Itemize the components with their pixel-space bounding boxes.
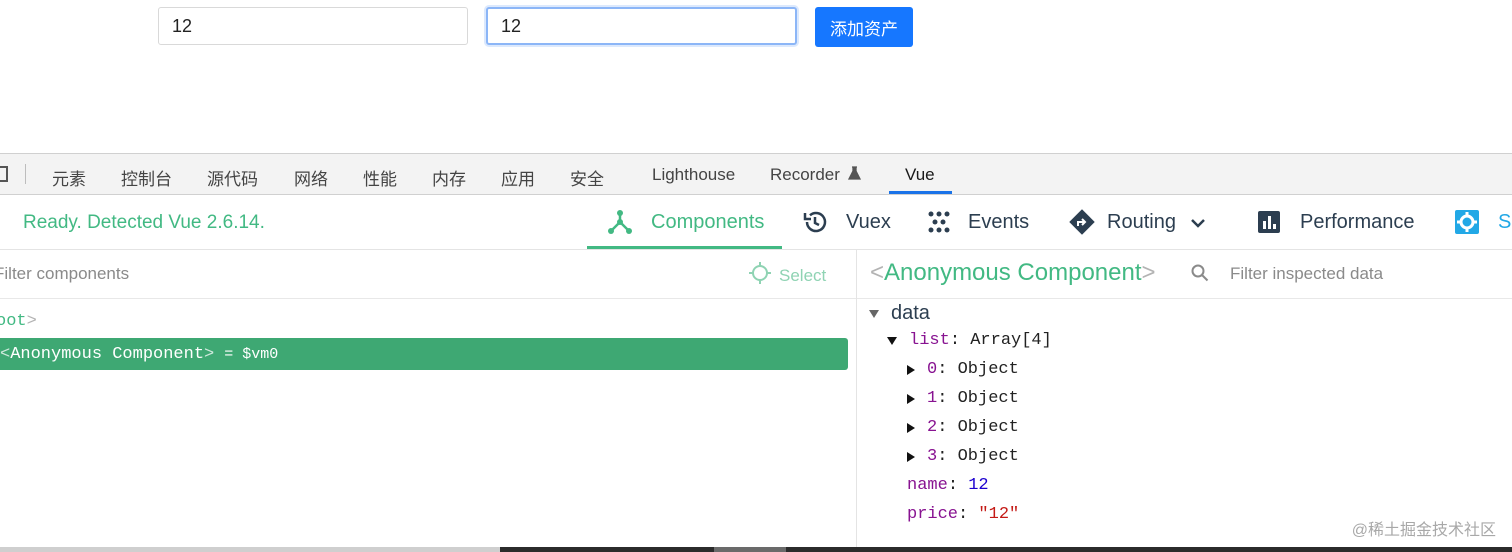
tree-node-root-label: oot	[0, 312, 27, 331]
tab-elements[interactable]: 元素	[52, 165, 86, 190]
vm-reference: = $vm0	[224, 345, 279, 363]
divider	[0, 298, 856, 299]
search-icon	[1191, 264, 1209, 287]
prop-key: price	[907, 505, 959, 524]
chevron-down-icon[interactable]	[1190, 211, 1206, 234]
flask-icon	[847, 166, 861, 183]
components-pane: Filter components Select oot> < Anonymous…	[0, 250, 856, 548]
prop-list-item[interactable]: 2: Object	[907, 418, 1019, 437]
asset-price-input[interactable]	[486, 7, 797, 45]
prop-key: 0	[927, 360, 938, 379]
prop-key: 2	[927, 418, 938, 437]
tree-node-name: Anonymous Component	[10, 344, 205, 364]
tab-application[interactable]: 应用	[501, 165, 535, 190]
tab-performance[interactable]: 性能	[363, 165, 397, 190]
divider	[857, 298, 1512, 299]
expand-arrow-icon	[907, 422, 915, 433]
prop-value: Object	[957, 447, 1019, 466]
expand-arrow-icon	[907, 451, 915, 462]
prop-list-item[interactable]: 0: Object	[907, 360, 1019, 379]
vue-tab-performance[interactable]: Performance	[1256, 195, 1415, 249]
tab-network[interactable]: 网络	[294, 165, 328, 190]
collapse-arrow-icon	[869, 309, 879, 318]
vue-status: Ready. Detected Vue 2.6.14.	[23, 212, 265, 233]
prop-key: 3	[927, 447, 938, 466]
inspected-component-title: <Anonymous Component>	[870, 259, 1156, 286]
data-section-header[interactable]: data	[869, 302, 930, 325]
history-icon	[802, 209, 828, 235]
vue-tab-components[interactable]: Components	[607, 195, 764, 249]
prop-price[interactable]: price: "12"	[907, 505, 1019, 524]
vue-tab-events-label: Events	[968, 210, 1030, 233]
prop-list-item[interactable]: 1: Object	[907, 389, 1019, 408]
tab-separator	[25, 164, 26, 184]
prop-list-item[interactable]: 3: Object	[907, 447, 1019, 466]
routing-icon	[1069, 209, 1095, 235]
vue-tab-vuex-label: Vuex	[846, 210, 891, 233]
prop-value: 12	[968, 476, 989, 495]
prop-value: "12"	[978, 505, 1020, 524]
taskbar-strip	[500, 547, 1512, 552]
vue-tab-events[interactable]: Events	[926, 195, 1029, 249]
prop-value: Object	[957, 389, 1019, 408]
tab-recorder-label: Recorder	[770, 165, 840, 184]
prop-key: list	[909, 331, 950, 350]
expand-arrow-icon	[907, 393, 915, 404]
section-label: data	[891, 302, 930, 324]
status-strip	[0, 547, 500, 552]
prop-key: name	[907, 476, 948, 495]
vue-tab-components-label: Components	[651, 210, 765, 233]
target-icon	[749, 262, 771, 289]
vue-tab-routing-label: Routing	[1107, 210, 1176, 233]
page-content: 添加资产	[0, 0, 1512, 153]
expand-arrow-icon	[907, 364, 915, 375]
inspector-pane: <Anonymous Component> Filter inspected d…	[857, 250, 1512, 548]
tab-sources[interactable]: 源代码	[207, 165, 258, 190]
device-toggle-icon[interactable]	[0, 166, 8, 182]
tree-node-selected[interactable]: < Anonymous Component > = $vm0	[0, 338, 848, 370]
active-tab-indicator	[889, 191, 952, 194]
tab-memory[interactable]: 内存	[432, 165, 466, 190]
prop-list[interactable]: list: Array[4]	[887, 331, 1052, 350]
select-component-button[interactable]: Select	[749, 262, 826, 289]
asset-name-input[interactable]	[158, 7, 468, 45]
prop-value: Object	[957, 360, 1019, 379]
vue-tab-performance-label: Performance	[1300, 210, 1415, 233]
components-icon	[607, 209, 633, 235]
performance-icon	[1256, 209, 1282, 235]
devtools-tab-bar: 元素 控制台 源代码 网络 性能 内存 应用 安全 Lighthouse Rec…	[0, 153, 1512, 195]
tab-security[interactable]: 安全	[570, 165, 604, 190]
inspected-component-name: Anonymous Component	[884, 259, 1142, 286]
tree-node-root[interactable]: oot>	[0, 312, 37, 331]
select-label: Select	[779, 265, 827, 285]
prop-key: 1	[927, 389, 938, 408]
events-icon	[926, 209, 952, 235]
tab-console[interactable]: 控制台	[121, 165, 172, 190]
vue-tab-settings-label: Se	[1498, 210, 1512, 233]
vue-active-tab-indicator	[587, 246, 782, 249]
vue-toolbar: Ready. Detected Vue 2.6.14. Components V…	[0, 195, 1512, 250]
filter-inspected-data-input[interactable]: Filter inspected data	[1230, 264, 1383, 284]
filter-components-input[interactable]: Filter components	[0, 264, 129, 284]
prop-value: Object	[957, 418, 1019, 437]
watermark: @稀土掘金技术社区	[1351, 522, 1496, 539]
tab-vue[interactable]: Vue	[905, 165, 935, 185]
expand-arrow-icon	[887, 336, 897, 345]
settings-icon	[1454, 209, 1480, 235]
scrollbar-thumb[interactable]	[714, 547, 786, 552]
vue-tab-settings[interactable]: Se	[1454, 195, 1512, 249]
add-asset-button[interactable]: 添加资产	[815, 7, 913, 47]
vue-tab-routing[interactable]: Routing	[1069, 195, 1206, 249]
vue-tab-vuex[interactable]: Vuex	[802, 195, 891, 249]
prop-name[interactable]: name: 12	[907, 476, 989, 495]
tab-recorder[interactable]: Recorder	[770, 165, 861, 185]
tab-lighthouse[interactable]: Lighthouse	[652, 165, 735, 185]
prop-value: Array[4]	[970, 331, 1052, 350]
